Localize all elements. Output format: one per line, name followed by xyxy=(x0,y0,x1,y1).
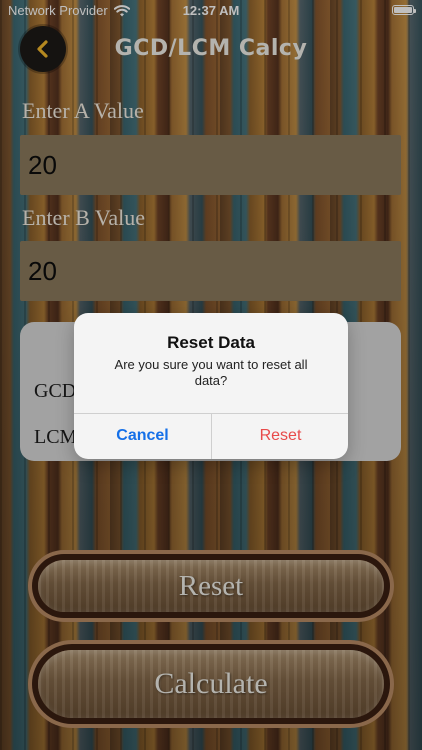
alert-message: Are you sure you want to reset all data? xyxy=(114,357,308,388)
alert-cancel-button[interactable]: Cancel xyxy=(74,413,211,459)
alert-reset-button[interactable]: Reset xyxy=(212,413,348,459)
reset-alert-dialog: Reset Data Are you sure you want to rese… xyxy=(74,313,348,459)
alert-title: Reset Data xyxy=(167,333,255,352)
